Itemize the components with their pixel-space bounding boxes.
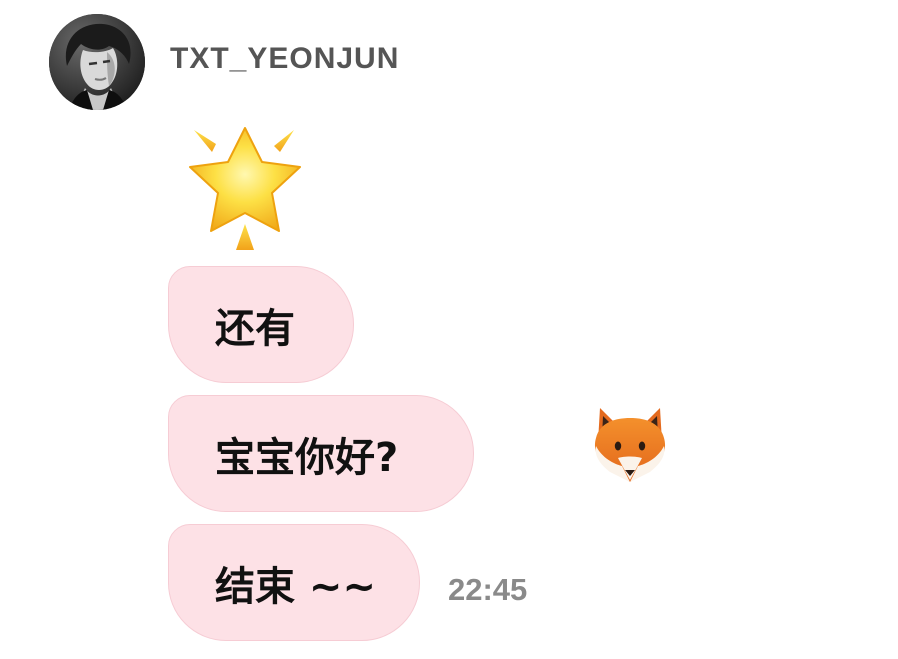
message-text: 宝宝你好?: [215, 434, 399, 481]
avatar-photo-icon: [49, 14, 145, 110]
message-bubble[interactable]: 宝宝你好?: [168, 395, 474, 512]
message-bubble[interactable]: 还有: [168, 266, 354, 383]
reaction-emoji[interactable]: [588, 402, 672, 486]
message-bubble[interactable]: 结束 ~~: [168, 524, 420, 641]
sticker-message[interactable]: [176, 118, 314, 256]
message-timestamp: 22:45: [448, 572, 528, 607]
message-text: 结束 ~~: [215, 563, 376, 610]
glowing-star-icon: [189, 127, 301, 250]
avatar[interactable]: [49, 14, 145, 110]
fox-face-icon: [594, 408, 666, 482]
message-text: 还有: [215, 305, 295, 352]
sender-name[interactable]: TXT_YEONJUN: [170, 42, 399, 76]
